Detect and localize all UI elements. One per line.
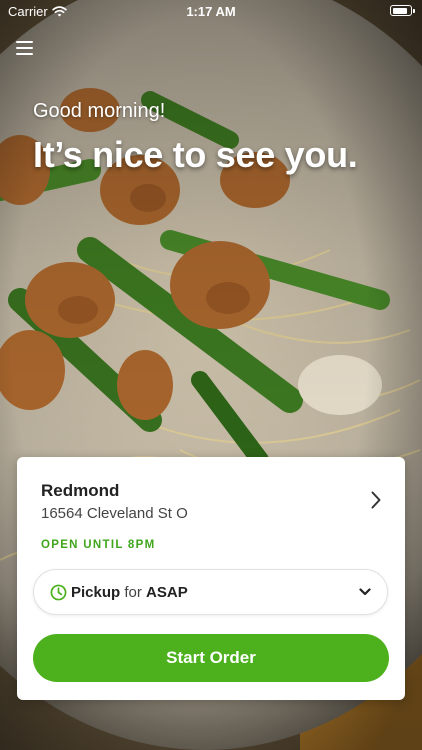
pickup-time-select[interactable]: Pickup for ASAP (33, 569, 388, 615)
order-card: Redmond 16564 Cleveland St O OPEN UNTIL … (17, 457, 405, 700)
menu-line (16, 53, 33, 55)
status-time: 1:17 AM (186, 4, 236, 19)
pickup-connector: for (124, 584, 142, 601)
store-selector[interactable]: Redmond 16564 Cleveland St O (17, 457, 405, 537)
store-address: 16564 Cleveland St O (41, 505, 188, 522)
status-bar: Carrier 1:17 AM (0, 0, 422, 22)
menu-line (16, 47, 33, 49)
store-name: Redmond (41, 481, 120, 500)
welcome-headline: It’s nice to see you. (33, 134, 358, 175)
clock-icon (50, 584, 67, 601)
chevron-down-icon (359, 588, 371, 596)
pickup-method: Pickup (71, 584, 121, 601)
menu-line (16, 41, 33, 43)
pickup-summary: Pickup for ASAP (71, 584, 188, 601)
chevron-right-icon (371, 491, 381, 509)
store-hours: OPEN UNTIL 8PM (41, 539, 156, 551)
battery-level (392, 7, 407, 14)
battery-icon (390, 5, 415, 16)
start-order-button[interactable]: Start Order (33, 634, 389, 682)
pickup-time: ASAP (146, 584, 188, 601)
hamburger-menu-icon[interactable] (14, 38, 36, 58)
greeting-text: Good morning! (33, 100, 166, 122)
